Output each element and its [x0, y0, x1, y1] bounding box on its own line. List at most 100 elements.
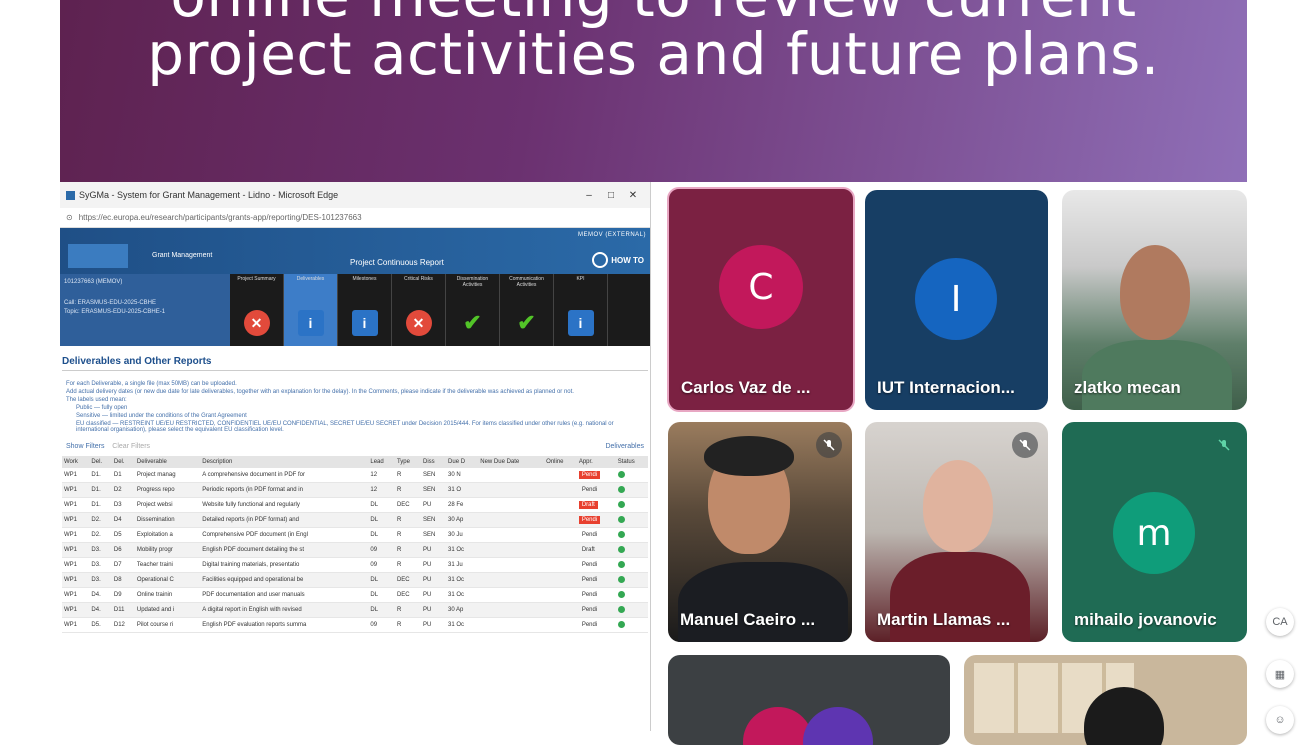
person-video	[1082, 340, 1232, 410]
step-tab[interactable]: Critical Risks ✕	[392, 274, 446, 346]
avatar: C	[719, 245, 803, 329]
table-row[interactable]: WP1 D5. D12 Pilot course ri English PDF eval…	[62, 617, 648, 633]
note-5: Sensitive — limited under the conditions…	[76, 413, 247, 419]
table-cell: DL	[368, 587, 395, 603]
person-video	[678, 562, 848, 642]
table-row[interactable]: WP1 D4. D11 Updated and iA digital report i…	[62, 602, 648, 618]
upload-icon[interactable]	[617, 575, 625, 583]
upload-icon[interactable]	[617, 500, 625, 508]
step-label: KPI	[576, 276, 585, 282]
table-header-row: Work Del. Del. Deliverable Description Lead Ty…	[62, 456, 648, 468]
report-steps-bar: 101237663 (MEMOV) Call: ERASMUS-EDU-2025…	[60, 274, 650, 346]
avatar	[803, 707, 873, 745]
upload-icon[interactable]	[617, 515, 625, 523]
row-actions[interactable]	[615, 542, 648, 558]
column-header[interactable]: New Due Date	[478, 456, 545, 468]
maximize-icon[interactable]: □	[600, 190, 622, 201]
table-cell: WP1	[62, 542, 90, 558]
table-cell: D2.	[89, 527, 112, 543]
row-actions[interactable]	[615, 587, 648, 603]
table-row[interactable]: WP1 D3. D8 Operational C Facilities equipped…	[62, 572, 648, 588]
step-tab[interactable]: Deliverables i	[284, 274, 338, 346]
column-header[interactable]: Status	[615, 456, 648, 468]
table-row[interactable]: WP1 D1. D3 Project websi Website fully funct…	[62, 497, 648, 513]
close-icon[interactable]: ✕	[622, 190, 644, 201]
row-actions[interactable]	[615, 482, 648, 498]
column-header[interactable]: Work	[62, 456, 90, 468]
participant-tile-carlos[interactable]: C Carlos Vaz de ...	[667, 187, 855, 412]
row-actions[interactable]	[615, 617, 648, 633]
table-cell	[544, 617, 577, 633]
status-badge: Pendi	[576, 527, 616, 543]
table-cell: WP1	[62, 527, 90, 543]
row-actions[interactable]	[615, 497, 648, 513]
table-cell: Project manag	[134, 468, 201, 483]
participant-tile-mihailo[interactable]: m mihailo jovanovic	[1062, 422, 1247, 642]
step-tab[interactable]: Dissemination Activities ✔	[446, 274, 500, 346]
account-label[interactable]: MEMOV (EXTERNAL)	[578, 232, 646, 238]
howto-button[interactable]: HOW TO	[592, 252, 644, 268]
robot-icon[interactable]: ☺	[1266, 706, 1294, 734]
step-tab[interactable]: Milestones i	[338, 274, 392, 346]
participant-tile-martin[interactable]: Martin Llamas ...	[865, 422, 1048, 642]
table-cell: DL	[368, 527, 395, 543]
table-cell: Updated and i	[134, 602, 201, 618]
step-tab[interactable]: Communication Activities ✔	[500, 274, 554, 346]
row-actions[interactable]	[615, 602, 648, 618]
upload-icon[interactable]	[617, 485, 625, 493]
table-row[interactable]: WP1 D3. D7 Teacher traini Digital training m…	[62, 557, 648, 573]
layout-icon[interactable]: ▦	[1266, 660, 1294, 688]
column-header[interactable]: Lead	[368, 456, 395, 468]
table-cell: WP1	[62, 497, 90, 513]
upload-icon[interactable]	[617, 560, 625, 568]
participant-tile-room[interactable]	[964, 655, 1247, 745]
step-label: Dissemination Activities	[456, 276, 489, 288]
row-actions[interactable]	[615, 527, 648, 543]
status-badge: Pendi	[576, 572, 616, 588]
table-cell: Dissemination	[134, 512, 201, 528]
window-title: SyGMa - System for Grant Management - Li…	[79, 190, 339, 200]
column-header[interactable]: Appr.	[576, 456, 616, 468]
step-tab[interactable]: KPI i	[554, 274, 608, 346]
table-row[interactable]: WP1 D2. D4 Dissemination Detailed reports (i…	[62, 512, 648, 528]
column-header[interactable]: Type	[394, 456, 422, 468]
column-header[interactable]: Diss	[421, 456, 447, 468]
table-cell	[544, 468, 577, 483]
upload-icon[interactable]	[617, 545, 625, 553]
upload-icon[interactable]	[617, 605, 625, 613]
show-filters-link[interactable]: Show Filters	[66, 443, 105, 450]
column-header[interactable]: Del.	[89, 456, 112, 468]
upload-icon[interactable]	[617, 620, 625, 628]
upload-icon[interactable]	[617, 590, 625, 598]
column-header[interactable]: Online	[544, 456, 577, 468]
row-actions[interactable]	[615, 512, 648, 528]
table-row[interactable]: WP1 D1. D1 Project manag A comprehensive doc…	[62, 468, 648, 483]
captions-icon[interactable]: CA	[1266, 608, 1294, 636]
column-header[interactable]: Description	[200, 456, 369, 468]
table-row[interactable]: WP1 D3. D6 Mobility progr English PDF docume…	[62, 542, 648, 558]
participant-tile-manuel[interactable]: Manuel Caeiro ...	[668, 422, 852, 642]
participant-tile-zlatko[interactable]: zlatko mecan	[1062, 190, 1247, 410]
deliverables-link[interactable]: Deliverables	[605, 443, 644, 450]
address-bar[interactable]: ⊙ https://ec.europa.eu/research/particip…	[60, 208, 650, 228]
step-tab[interactable]: Project Summary ✕	[230, 274, 284, 346]
minimize-icon[interactable]: –	[578, 190, 600, 201]
table-row[interactable]: WP1 D2. D5 Exploitation a Comprehensive PDF …	[62, 527, 648, 543]
table-cell: Website fully functional and regularly	[200, 497, 369, 513]
project-id: 101237663 (MEMOV)	[64, 279, 123, 285]
participant-name: Manuel Caeiro ...	[680, 610, 816, 629]
upload-icon[interactable]	[617, 530, 625, 538]
table-row[interactable]: WP1 D4. D9 Online trainin PDF documentation …	[62, 587, 648, 603]
row-actions[interactable]	[615, 468, 648, 483]
column-header[interactable]: Del.	[111, 456, 135, 468]
table-cell: 31 Oc	[446, 542, 479, 558]
participant-tile-iut[interactable]: I IUT Internacion...	[865, 190, 1048, 410]
row-actions[interactable]	[615, 557, 648, 573]
column-header[interactable]: Deliverable	[134, 456, 201, 468]
clear-filters-link[interactable]: Clear Filters	[112, 443, 150, 450]
column-header[interactable]: Due D	[446, 456, 479, 468]
upload-icon[interactable]	[617, 470, 625, 478]
row-actions[interactable]	[615, 572, 648, 588]
participant-tile-group[interactable]	[668, 655, 950, 745]
table-row[interactable]: WP1 D1. D2 Progress repo Periodic reports (i…	[62, 482, 648, 498]
